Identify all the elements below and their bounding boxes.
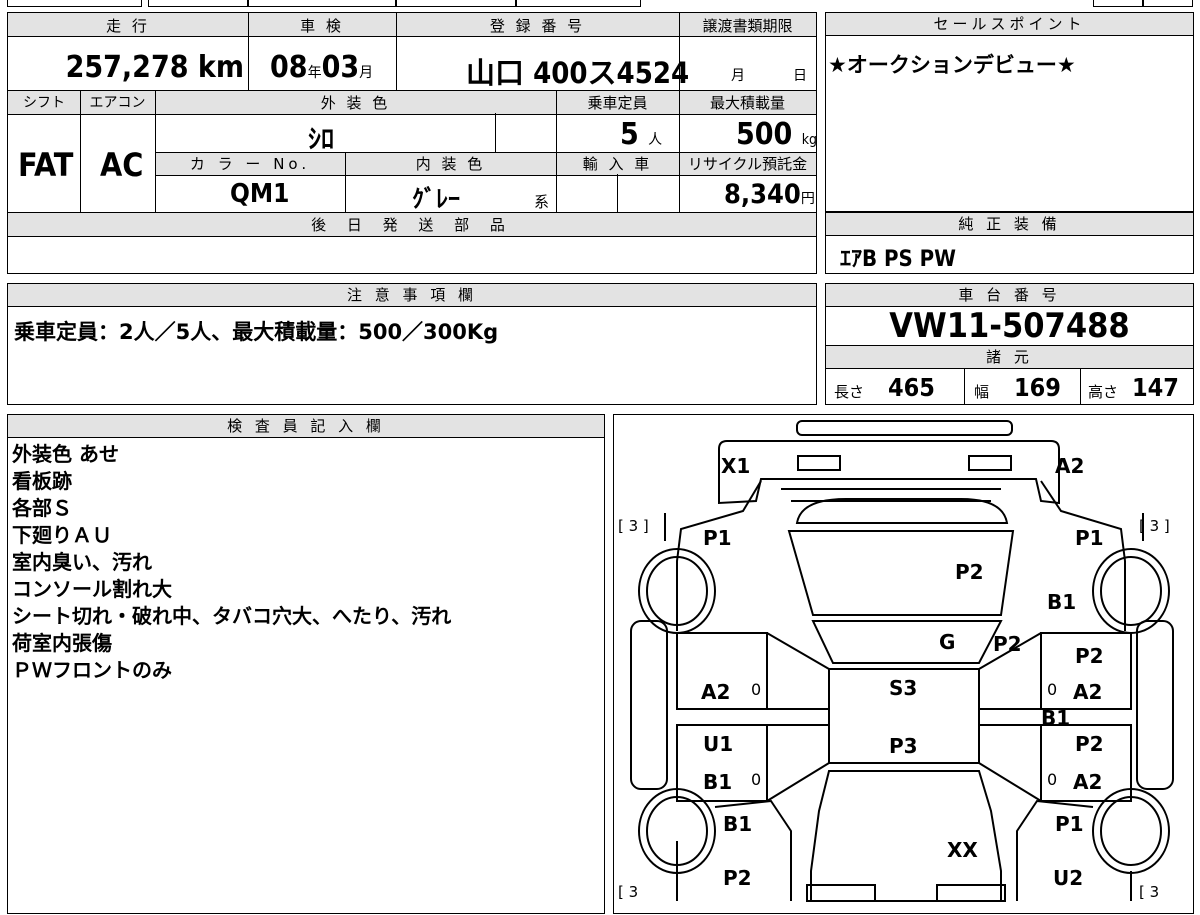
mark-right-fender-b: B1: [1047, 590, 1076, 614]
max-load-header: 最大積載量: [709, 94, 785, 112]
sales-point-panel: セールスポイント ★オークションデビュー★: [825, 12, 1194, 212]
mark-left-front-door: A2: [701, 680, 730, 704]
mark-roof-rear: P3: [889, 734, 918, 758]
inspector-line: 看板跡: [12, 469, 72, 493]
width-value: 169: [1014, 373, 1061, 402]
chassis-panel: 車 台 番 号 VW11-507488 諸 元 長さ 465 幅 169 高さ …: [825, 283, 1194, 405]
mark-right-rear-door-p: P2: [1075, 732, 1104, 756]
length-label: 長さ: [834, 383, 865, 401]
inspector-line: ＰＷフロントのみ: [12, 658, 172, 682]
mark-right-front-fender: P1: [1075, 526, 1104, 550]
capacity-value: 5 人: [620, 117, 663, 152]
mark-tailgate: XX: [947, 838, 978, 862]
mark-hood: P2: [955, 560, 984, 584]
exterior-color-header: 外 装 色: [320, 94, 391, 112]
chassis-header: 車 台 番 号: [826, 284, 1193, 307]
import-header: 輸 入 車: [582, 155, 653, 173]
mark-front-left-corner: X1: [721, 454, 750, 478]
inspector-line: 外装色 あせ: [12, 442, 119, 466]
tire-front-right-label: [ 3 ]: [1139, 517, 1170, 535]
genuine-equipment-panel: 純 正 装 備 ｴｱB PS PW: [825, 212, 1194, 274]
height-label: 高さ: [1088, 383, 1119, 401]
inspector-lines: 外装色 あせ 看板跡 各部Ｓ 下廻りＡＵ 室内臭い、汚れ コンソール割れ大 シー…: [12, 441, 451, 684]
color-no-header: カ ラ ー No.: [189, 155, 311, 173]
mileage-header: 走 行: [106, 17, 150, 35]
interior-color-suffix: 系: [534, 193, 550, 211]
tire-front-left-label: [ 3 ]: [618, 517, 649, 535]
mark-left-front-door-zero: 0: [751, 680, 761, 699]
inspector-line: コンソール割れ大: [12, 577, 172, 601]
mark-right-rocker: B1: [1041, 706, 1070, 730]
recycle-value: 8,340円: [724, 179, 815, 210]
interior-color-header: 内 装 色: [415, 155, 486, 173]
later-parts-header: 後 日 発 送 部 品: [311, 216, 513, 234]
inspector-line: シート切れ・破れ中、タバコ穴大、へたり、汚れ: [12, 604, 452, 628]
shift-value: FAT: [18, 146, 74, 184]
tire-rear-left-label: [ 3: [618, 883, 638, 901]
shift-header: シフト: [23, 95, 65, 111]
interior-color-value: ｸﾞﾚｰ: [412, 185, 460, 213]
inspector-line: 下廻りＡＵ: [12, 523, 112, 547]
mark-right-rear-fender-p: P1: [1055, 812, 1084, 836]
tire-rear-right-label: [ 3: [1139, 883, 1159, 901]
mark-right-rear-door-a: A2: [1073, 770, 1102, 794]
mark-left-front-fender: P1: [703, 526, 732, 550]
mark-roof: S3: [889, 676, 917, 700]
sales-point-header: セールスポイント: [826, 13, 1193, 36]
ac-value: AC: [100, 146, 144, 184]
mileage-value: 257,278 km: [65, 50, 244, 85]
transfer-day-unit: 日: [793, 68, 807, 84]
inspector-line: 各部Ｓ: [12, 496, 72, 520]
specs-header: 諸 元: [826, 345, 1193, 369]
inspection-year: 08: [270, 50, 308, 85]
inspection-month: 03: [321, 50, 360, 85]
mark-right-front-door-a: A2: [1073, 680, 1102, 704]
ac-header: エアコン: [89, 95, 146, 111]
mark-right-a-pillar: P2: [993, 632, 1022, 656]
width-label: 幅: [974, 383, 990, 401]
notes-panel: 注 意 事 項 欄 乗車定員：2人／5人、最大積載量：500／300Kg: [7, 283, 817, 405]
exterior-color-value: ｼﾛ: [308, 125, 335, 155]
inspection-header: 車 検: [300, 17, 344, 35]
car-diagram-panel: [ 3 ] [ 3 ] [ 3 [ 3 X1 A2 P1 P1 P2 B1 G …: [613, 414, 1194, 914]
notes-text: 乗車定員：2人／5人、最大積載量：500／300Kg: [14, 320, 499, 344]
mark-front-right-corner: A2: [1055, 454, 1084, 478]
vehicle-info-table: 走 行 車 検 登 録 番 号 譲渡書類期限 257,278 km 08年03月…: [7, 12, 817, 274]
max-load-value: 500 kg: [736, 117, 818, 152]
genuine-equipment-text: ｴｱB PS PW: [840, 247, 956, 272]
transfer-month-unit: 月: [731, 68, 745, 84]
inspector-line: 荷室内張傷: [12, 631, 112, 655]
color-no-value: QM1: [230, 179, 290, 209]
mark-left-rear-corner: P2: [723, 866, 752, 890]
mark-right-front-door-zero: 0: [1047, 680, 1057, 699]
mark-left-rear-door-u: U1: [703, 732, 733, 756]
mileage-unit: km: [197, 50, 244, 85]
mark-right-front-door-p: P2: [1075, 644, 1104, 668]
inspection-expiry: 08年03月: [270, 50, 374, 85]
mark-right-rear-door-zero: 0: [1047, 770, 1057, 789]
mark-left-rear-fender-b: B1: [723, 812, 752, 836]
inspector-line: 室内臭い、汚れ: [12, 550, 152, 574]
mark-windshield: G: [939, 630, 955, 654]
inspector-panel: 検 査 員 記 入 欄 外装色 あせ 看板跡 各部Ｓ 下廻りＡＵ 室内臭い、汚れ…: [7, 414, 605, 914]
sales-point-text: ★オークションデビュー★: [828, 53, 1076, 77]
mark-right-rear-corner: U2: [1053, 866, 1083, 890]
notes-header: 注 意 事 項 欄: [8, 284, 816, 307]
length-value: 465: [888, 373, 935, 402]
registration-header: 登 録 番 号: [489, 17, 586, 35]
inspector-header: 検 査 員 記 入 欄: [8, 415, 604, 438]
mark-left-rear-door-b: B1: [703, 770, 732, 794]
registration-number: 山口 400ス4524: [466, 56, 690, 90]
capacity-header: 乗車定員: [587, 94, 648, 112]
recycle-header: リサイクル預託金: [687, 155, 808, 173]
transfer-deadline-header: 譲渡書類期限: [702, 17, 793, 35]
genuine-equipment-header: 純 正 装 備: [826, 213, 1193, 236]
height-value: 147: [1132, 373, 1179, 402]
car-diagram: [ 3 ] [ 3 ] [ 3 [ 3 X1 A2 P1 P1 P2 B1 G …: [618, 420, 1174, 902]
chassis-number: VW11-507488: [889, 306, 1130, 346]
mark-left-rear-door-zero: 0: [751, 770, 761, 789]
